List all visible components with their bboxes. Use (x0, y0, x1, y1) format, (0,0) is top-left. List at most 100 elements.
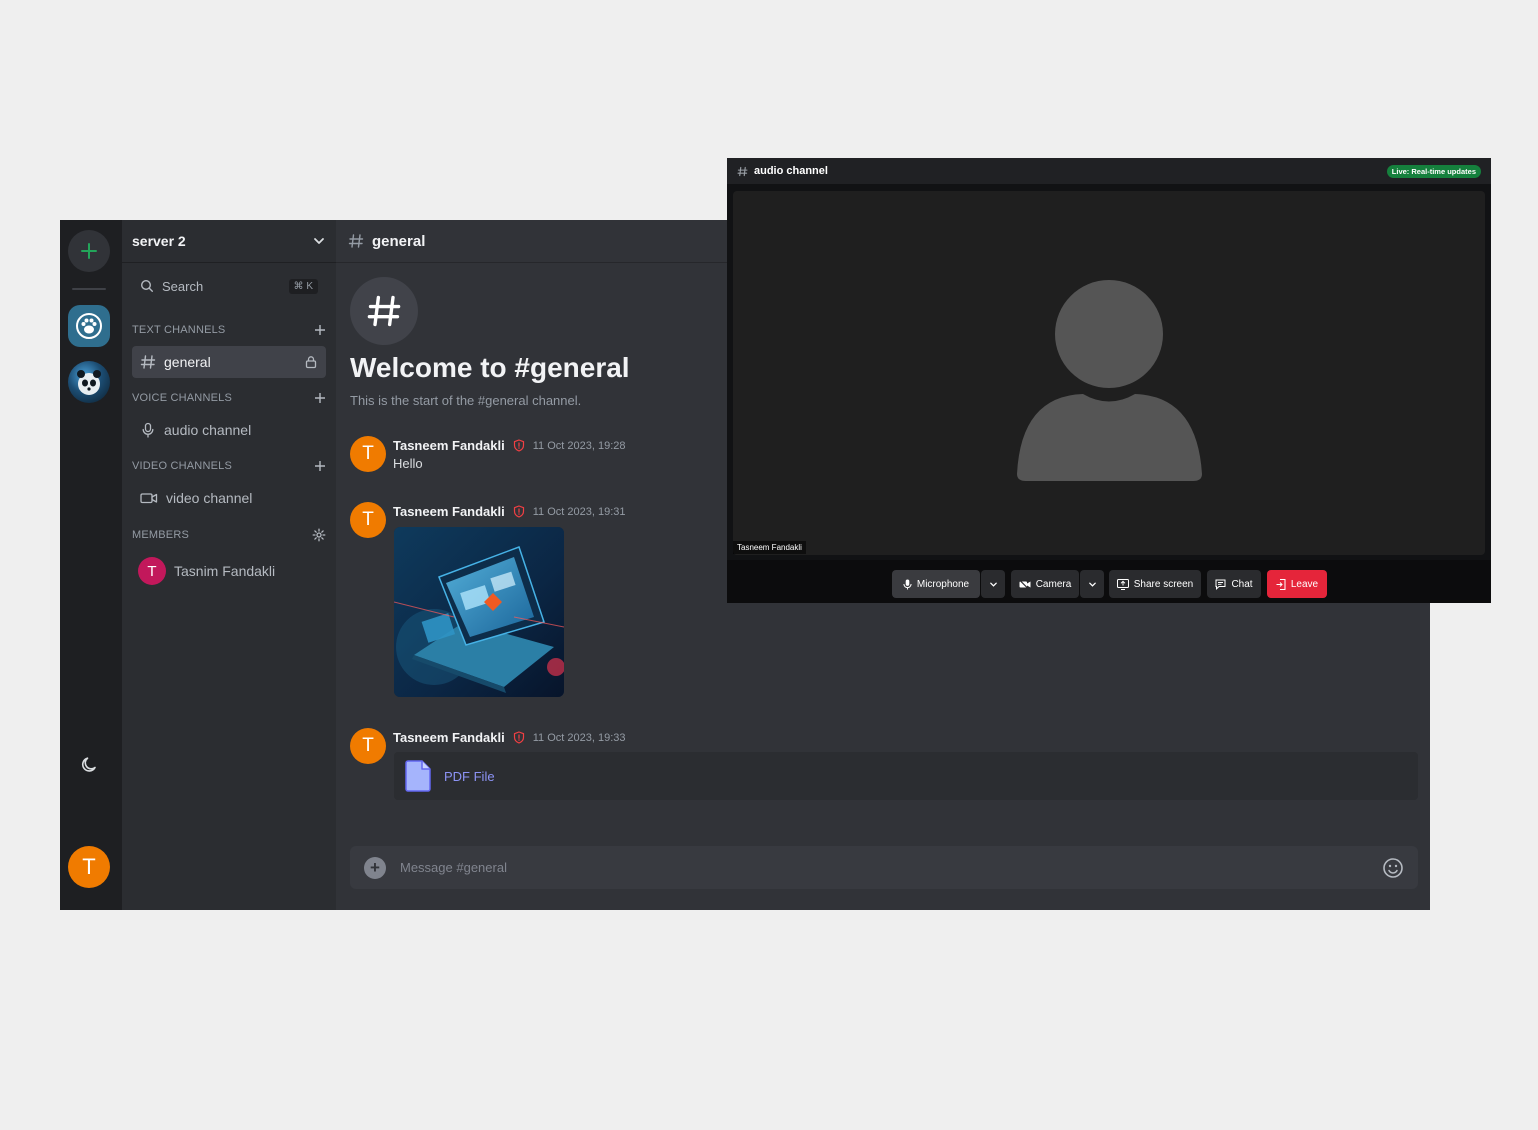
theme-toggle-button[interactable] (77, 753, 101, 777)
add-voice-channel-icon[interactable] (314, 392, 326, 404)
user-placeholder-icon (1017, 280, 1202, 481)
share-screen-button[interactable]: Share screen (1109, 570, 1201, 598)
voice-channels-label: VOICE CHANNELS (132, 392, 232, 404)
hash-icon (367, 295, 401, 327)
server-rail: T (60, 220, 122, 910)
chevron-down-icon (314, 238, 324, 244)
call-header: audio channel Live: Real-time updates (727, 158, 1491, 184)
rail-divider (72, 288, 106, 290)
user-avatar[interactable]: T (68, 846, 110, 888)
video-channels-label: VIDEO CHANNELS (132, 460, 232, 472)
message-header: Tasneem Fandakli 11 Oct 2023, 19:28 (393, 438, 626, 453)
participant-tile (733, 191, 1485, 555)
message-avatar[interactable]: T (350, 728, 386, 764)
file-attachment: PDF File (394, 752, 1418, 800)
leave-label: Leave (1290, 578, 1319, 590)
pdf-file-link[interactable]: PDF File (444, 769, 495, 784)
call-chat-button[interactable]: Chat (1207, 570, 1261, 598)
microphone-icon (903, 579, 912, 589)
member-avatar: T (138, 557, 166, 585)
welcome-subtitle: This is the start of the #general channe… (350, 393, 582, 408)
members-label: MEMBERS (132, 529, 190, 541)
message-timestamp: 11 Oct 2023, 19:33 (532, 731, 626, 744)
paw-icon (76, 313, 102, 339)
panda-icon (77, 370, 101, 395)
moon-icon (81, 757, 96, 772)
channel-item-video[interactable]: video channel (132, 482, 326, 514)
leave-icon (1276, 578, 1286, 590)
channel-welcome-icon (350, 277, 418, 345)
share-screen-icon (1116, 578, 1129, 590)
camera-label: Camera (1035, 578, 1072, 590)
live-badge: Live: Real-time updates (1386, 164, 1481, 178)
channel-sidebar: server 2 Search ⌘ K TEXT CHANNELS genera… (122, 220, 336, 910)
search-button[interactable]: Search ⌘ K (132, 275, 326, 297)
add-video-channel-icon[interactable] (314, 460, 326, 472)
hash-icon (140, 355, 156, 369)
microphone-options-button[interactable] (981, 570, 1005, 598)
search-icon (140, 279, 153, 292)
channel-name: general (164, 354, 211, 370)
settings-gear-icon[interactable] (312, 528, 326, 542)
message-avatar[interactable]: T (350, 436, 386, 472)
text-channels-label: TEXT CHANNELS (132, 324, 226, 336)
participant-name-label: Tasneem Fandakli (733, 541, 806, 554)
message-avatar[interactable]: T (350, 502, 386, 538)
chat-label: Chat (1231, 578, 1253, 590)
laptop-illustration (394, 527, 564, 697)
share-screen-label: Share screen (1133, 578, 1194, 590)
lock-icon (305, 356, 317, 369)
chat-title: general (372, 232, 426, 250)
server-icon-panda[interactable] (68, 361, 110, 403)
message-composer: + (350, 846, 1418, 889)
microphone-icon (142, 422, 154, 438)
add-server-button[interactable] (68, 230, 110, 272)
message-timestamp: 11 Oct 2023, 19:28 (532, 439, 626, 452)
search-shortcut: ⌘ K (288, 278, 318, 294)
camera-button[interactable]: Camera (1011, 570, 1079, 598)
message-author[interactable]: Tasneem Fandakli (393, 504, 505, 519)
chevron-down-icon (989, 582, 997, 587)
chat-bubble-icon (1215, 579, 1226, 590)
channel-item-general[interactable]: general (132, 346, 326, 378)
message-text: Hello (393, 456, 423, 471)
chevron-down-icon (1088, 582, 1096, 587)
message-input[interactable] (400, 860, 1368, 875)
microphone-button[interactable]: Microphone (892, 570, 980, 598)
microphone-label: Microphone (916, 578, 970, 590)
call-controls-bar: Microphone Camera Share screen Chat Leav… (727, 560, 1491, 603)
message-timestamp: 11 Oct 2023, 19:31 (532, 505, 626, 518)
member-name: Tasnim Fandakli (174, 563, 276, 579)
message-header: Tasneem Fandakli 11 Oct 2023, 19:31 (393, 504, 626, 519)
member-item[interactable]: T Tasnim Fandakli (138, 557, 275, 585)
shield-icon (513, 731, 524, 744)
members-header: MEMBERS (132, 528, 326, 542)
search-label: Search (162, 278, 204, 294)
server-icon-paw[interactable] (68, 305, 110, 347)
voice-channels-header: VOICE CHANNELS (132, 392, 326, 404)
camera-options-button[interactable] (1080, 570, 1104, 598)
message-header: Tasneem Fandakli 11 Oct 2023, 19:33 (393, 730, 626, 745)
welcome-title: Welcome to #general (350, 352, 630, 383)
call-window: audio channel Live: Real-time updates Ta… (727, 158, 1491, 603)
message-author[interactable]: Tasneem Fandakli (393, 730, 505, 745)
video-channels-header: VIDEO CHANNELS (132, 460, 326, 472)
leave-call-button[interactable]: Leave (1267, 570, 1327, 598)
channel-item-audio[interactable]: audio channel (132, 414, 326, 446)
emoji-icon[interactable] (1382, 857, 1404, 879)
hash-icon (737, 166, 748, 176)
server-name: server 2 (132, 233, 186, 249)
message-image-attachment[interactable] (394, 527, 564, 697)
file-icon (405, 760, 431, 792)
channel-name: video channel (166, 490, 253, 506)
add-text-channel-icon[interactable] (314, 324, 326, 336)
shield-icon (513, 505, 524, 518)
server-header[interactable]: server 2 (122, 220, 336, 263)
camera-off-icon (1019, 579, 1031, 589)
attach-plus-button[interactable]: + (364, 856, 386, 879)
message-author[interactable]: Tasneem Fandakli (393, 438, 505, 453)
plus-icon (81, 243, 97, 259)
call-title: audio channel (754, 165, 828, 177)
channel-name: audio channel (164, 422, 252, 438)
text-channels-header: TEXT CHANNELS (132, 324, 326, 336)
